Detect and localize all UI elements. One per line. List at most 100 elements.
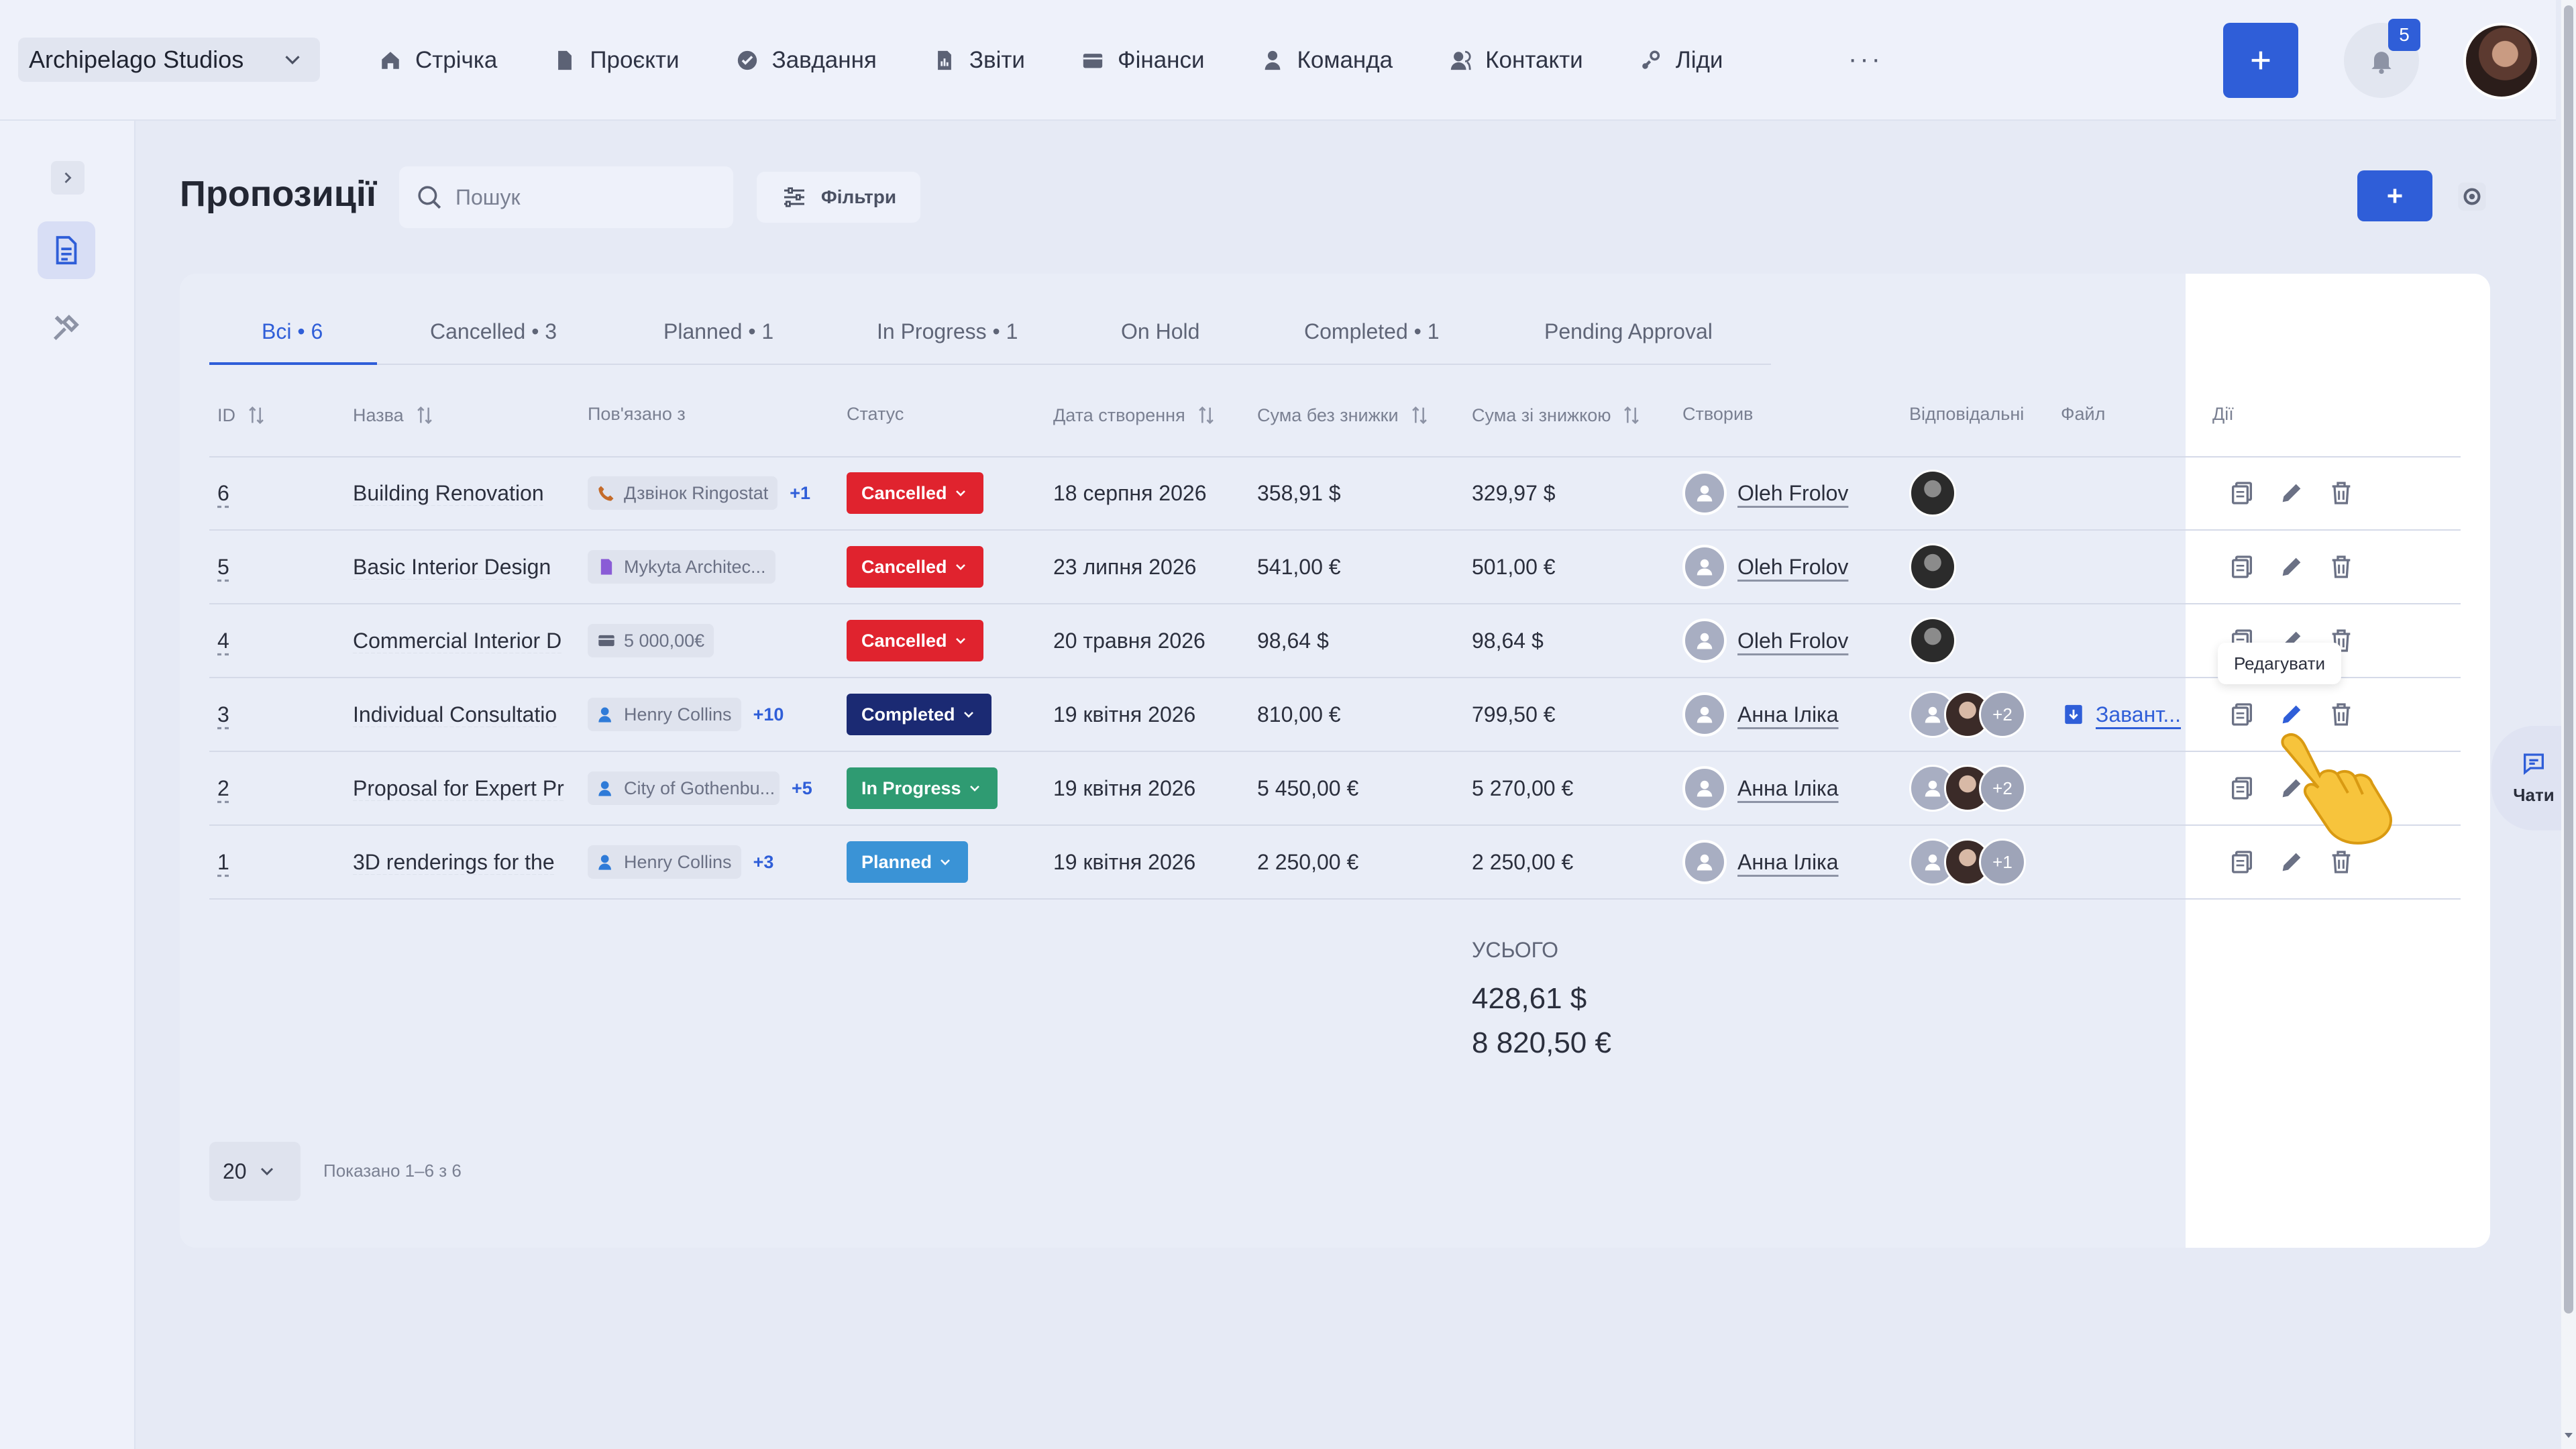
trash-icon[interactable] [2328,849,2355,875]
proposal-name-link[interactable]: Commercial Interior D [353,629,561,653]
scrollbar-thumb[interactable] [2564,5,2573,1313]
table-row[interactable]: 1 3D renderings for the Henry Collins +3 Pla… [209,826,2461,900]
table-row[interactable]: 6 Building Renovation Дзвінок Ringostat +1 C… [209,457,2461,531]
sidebar-item-proposals[interactable] [38,221,95,279]
responsible-more-count[interactable]: +2 [1979,691,2026,738]
responsible-avatar[interactable] [1909,470,1956,517]
related-chip[interactable]: Henry Collins [588,845,741,879]
column-header-id[interactable]: ID [217,404,268,427]
amount-value: 810,00 € [1257,702,1341,727]
nav-item-finance[interactable]: Фінанси [1081,47,1205,74]
user-avatar[interactable] [2463,23,2540,99]
related-chip[interactable]: Henry Collins [588,698,741,731]
nav-item-feed[interactable]: Стрічка [379,47,497,74]
nav-item-team[interactable]: Команда [1261,47,1393,74]
copy-icon[interactable] [2229,480,2255,506]
creator-name-link[interactable]: Анна Іліка [1737,850,1839,875]
global-add-button[interactable] [2223,23,2298,98]
responsible-avatar[interactable] [1909,617,1956,664]
row-id[interactable]: 3 [217,702,229,727]
nav-item-leads[interactable]: Ліди [1640,47,1723,74]
nav-item-projects[interactable]: Проєкти [553,47,680,74]
trash-icon[interactable] [2328,553,2355,580]
search-box[interactable] [399,166,733,228]
status-dropdown[interactable]: Completed [847,694,991,735]
nav-item-label: Стрічка [415,47,498,73]
column-header-name[interactable]: Назва [353,404,436,427]
search-input[interactable] [455,184,724,210]
column-header-created[interactable]: Дата створення [1053,404,1218,427]
tools-icon[interactable] [51,312,82,343]
nav-item-reports[interactable]: Звіти [933,47,1025,74]
tab-completed[interactable]: Completed • 1 [1304,319,1440,344]
related-chip[interactable]: 5 000,00€ [588,624,714,657]
proposal-name-link[interactable]: Building Renovation [353,481,544,506]
row-id[interactable]: 5 [217,555,229,580]
responsible-more-count[interactable]: +1 [1979,839,2026,885]
per-page-select[interactable]: 20 [209,1142,301,1201]
plus-icon [2251,51,2270,70]
status-dropdown[interactable]: Cancelled [847,546,983,588]
related-chip[interactable]: Дзвінок Ringostat [588,476,778,510]
row-id[interactable]: 2 [217,776,229,801]
filters-label: Фільтри [820,186,897,207]
creator-name-link[interactable]: Анна Іліка [1737,702,1839,727]
related-chip[interactable]: City of Gothenbu... [588,771,780,805]
table-row[interactable]: 4 Commercial Interior D 5 000,00€ Cancelled… [209,604,2461,678]
copy-icon[interactable] [2229,553,2255,580]
status-dropdown[interactable]: Cancelled [847,620,983,661]
related-more-count[interactable]: +3 [753,852,774,873]
add-proposal-button[interactable] [2357,170,2432,221]
tab-on-hold[interactable]: On Hold [1121,319,1199,344]
edit-icon[interactable] [2278,849,2305,875]
nav-item-contacts[interactable]: Контакти [1449,47,1583,74]
file-download-link[interactable]: Завант... [2062,702,2181,727]
status-dropdown[interactable]: Planned [847,841,969,883]
row-id[interactable]: 1 [217,850,229,875]
responsible-avatar[interactable] [1909,543,1956,590]
tab-all[interactable]: Всі • 6 [262,319,323,344]
organization-select[interactable]: Archipelago Studios [18,38,320,82]
nav-item-tasks[interactable]: Завдання [736,47,877,74]
copy-icon[interactable] [2229,849,2255,875]
tab-cancelled[interactable]: Cancelled • 3 [430,319,557,344]
creator-name-link[interactable]: Анна Іліка [1737,776,1839,801]
proposal-name-link[interactable]: Individual Consultatio [353,702,557,727]
related-more-count[interactable]: +10 [753,704,784,725]
row-id[interactable]: 6 [217,481,229,506]
filters-button[interactable]: Фільтри [757,172,920,223]
table-row[interactable]: 3 Individual Consultatio Henry Collins +10 C… [209,678,2461,752]
trash-icon[interactable] [2328,480,2355,506]
related-more-count[interactable]: +5 [792,778,812,799]
creator-name-link[interactable]: Oleh Frolov [1737,629,1848,653]
creator-name-link[interactable]: Oleh Frolov [1737,481,1848,506]
responsible-more-count[interactable]: +2 [1979,765,2026,812]
edit-icon[interactable] [2278,480,2305,506]
proposal-name-link[interactable]: Basic Interior Design [353,555,551,580]
table-row[interactable]: 2 Proposal for Expert Pr City of Gothenbu.… [209,752,2461,826]
related-chip[interactable]: Mykyta Architec... [588,550,775,584]
proposal-name-link[interactable]: Proposal for Expert Pr [353,776,564,801]
copy-icon[interactable] [2229,775,2255,802]
sidebar-toggle[interactable] [51,161,85,195]
proposal-name-link[interactable]: 3D renderings for the [353,850,555,875]
edit-icon[interactable] [2278,701,2305,728]
column-header-discounted[interactable]: Сума зі знижкою [1472,404,1643,427]
table-row[interactable]: 5 Basic Interior Design Mykyta Architec...… [209,531,2461,604]
related-more-count[interactable]: +1 [790,483,810,504]
trash-icon[interactable] [2328,701,2355,728]
creator-name-link[interactable]: Oleh Frolov [1737,555,1848,580]
related-label: Mykyta Architec... [624,556,766,577]
edit-icon[interactable] [2278,553,2305,580]
column-header-amount[interactable]: Сума без знижки [1257,404,1431,427]
copy-icon[interactable] [2229,701,2255,728]
scroll-down-arrow-icon[interactable] [2563,1429,2575,1441]
row-id[interactable]: 4 [217,629,229,653]
nav-more-button[interactable]: ··· [1848,44,1883,74]
status-dropdown[interactable]: Cancelled [847,472,983,514]
tab-pending-approval[interactable]: Pending Approval [1544,319,1713,344]
tab-planned[interactable]: Planned • 1 [663,319,773,344]
status-dropdown[interactable]: In Progress [847,767,998,809]
tab-in-progress[interactable]: In Progress • 1 [877,319,1018,344]
gear-icon[interactable] [2455,180,2489,213]
